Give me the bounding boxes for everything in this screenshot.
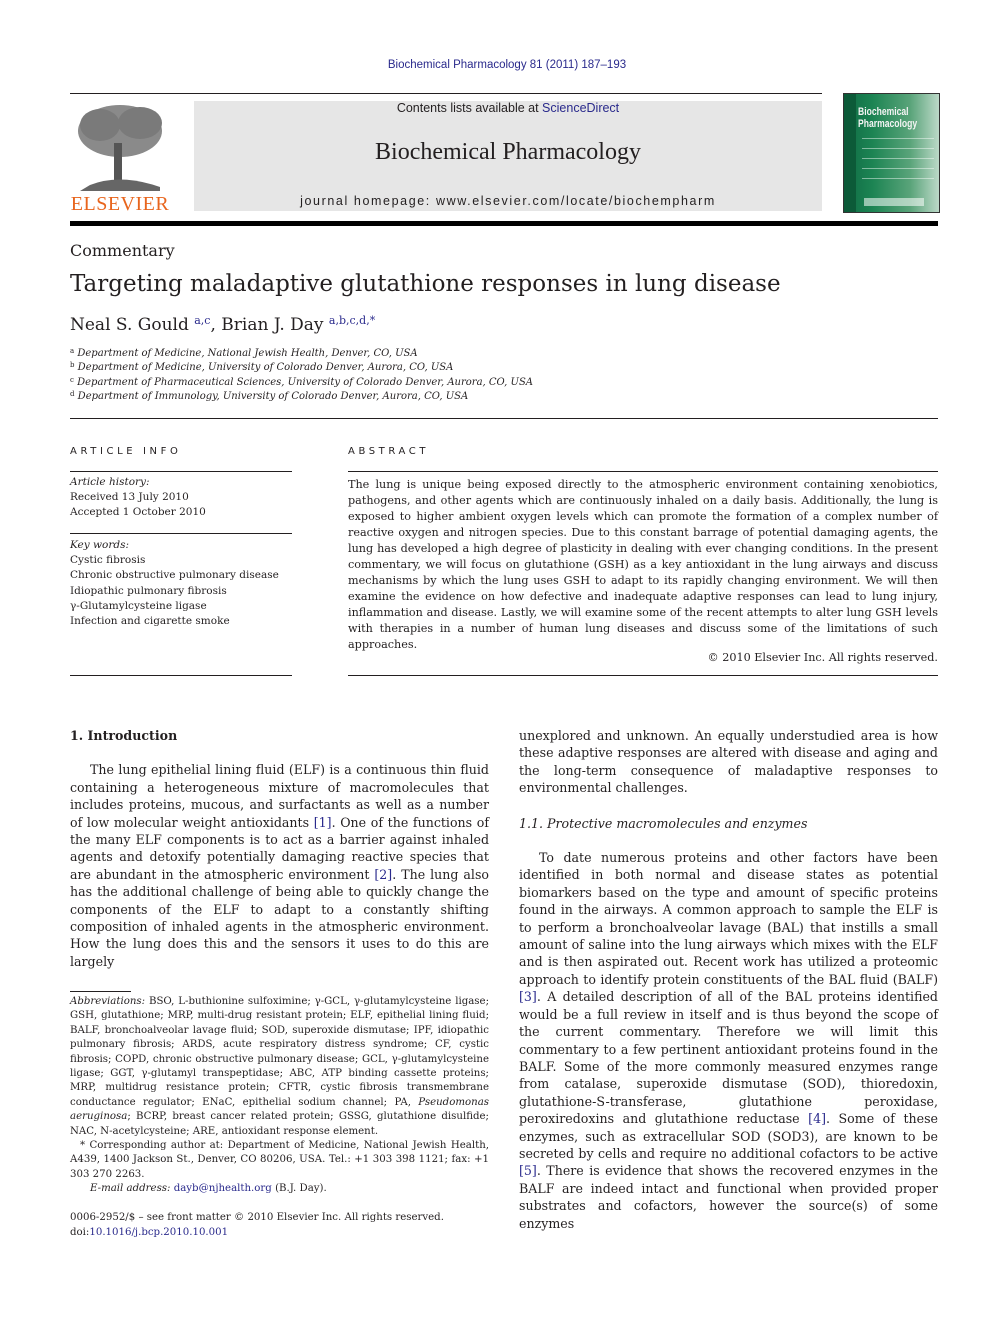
paragraph-text: . A detailed description of all of the B…	[519, 989, 938, 1127]
article-type: Commentary	[70, 241, 175, 260]
intro-paragraph: The lung epithelial lining fluid (ELF) i…	[70, 761, 489, 970]
abstract-text: The lung is unique being exposed directl…	[348, 478, 938, 651]
doi-link[interactable]: 10.1016/j.bcp.2010.10.001	[89, 1227, 228, 1238]
doi-prefix: doi:	[70, 1226, 90, 1238]
affiliation: d Department of Immunology, University o…	[70, 390, 468, 402]
cover-line	[862, 178, 934, 179]
article-info-rule	[70, 471, 292, 472]
article-history: Article history: Received 13 July 2010 A…	[70, 475, 206, 521]
abstract-rule	[348, 471, 938, 472]
abbreviations-label: Abbreviations:	[70, 996, 146, 1007]
contents-prefix: Contents lists available at	[396, 101, 543, 115]
footnote-text: ; BCRP, breast cancer related protein; G…	[70, 1111, 489, 1137]
citation-link[interactable]: [2]	[374, 867, 392, 882]
article-info-heading: ARTICLE INFO	[70, 446, 182, 457]
cover-line	[862, 148, 934, 149]
footnotes: Abbreviations: BSO, L-buthionine sulfoxi…	[70, 995, 489, 1197]
history-label: Article history:	[70, 476, 150, 488]
affiliation-text: Department of Immunology, University of …	[77, 391, 469, 402]
affiliation-text: Department of Medicine, National Jewish …	[77, 348, 418, 359]
email-link[interactable]: dayb@njhealth.org	[174, 1183, 272, 1194]
journal-banner: Contents lists available at ScienceDirec…	[194, 101, 822, 211]
intro-paragraph-continued: unexplored and unknown. An equally under…	[519, 728, 938, 796]
journal-homepage[interactable]: journal homepage: www.elsevier.com/locat…	[194, 194, 822, 208]
subsection-heading: 1.1. Protective macromolecules and enzym…	[519, 815, 808, 831]
affiliation: c Department of Pharmaceutical Sciences,…	[70, 376, 533, 388]
affiliation-mark: b	[70, 361, 75, 369]
footnote-rule	[70, 991, 131, 992]
citation-link[interactable]: [1]	[314, 815, 332, 830]
article-info-rule	[70, 675, 292, 676]
citation-link[interactable]: [4]	[808, 1111, 826, 1126]
journal-cover-thumbnail[interactable]: Biochemical Pharmacology	[843, 93, 940, 213]
affiliation-mark: d	[70, 390, 75, 398]
accepted-date: Accepted 1 October 2010	[70, 506, 206, 519]
affiliation-text: Department of Medicine, University of Co…	[77, 362, 454, 373]
running-head[interactable]: Biochemical Pharmacology 81 (2011) 187–1…	[0, 59, 992, 71]
keywords: Key words: Cystic fibrosis Chronic obstr…	[70, 538, 279, 629]
left-column: 1. Introduction The lung epithelial lini…	[70, 727, 489, 970]
affiliation-text: Department of Pharmaceutical Sciences, U…	[77, 377, 534, 388]
affiliation: b Department of Medicine, University of …	[70, 361, 453, 373]
cover-title: Biochemical Pharmacology	[858, 106, 917, 130]
corresponding-author-footnote: * Corresponding author at: Department of…	[70, 1140, 489, 1180]
sciencedirect-link[interactable]: ScienceDirect	[542, 101, 619, 115]
right-column: unexplored and unknown. An equally under…	[519, 727, 938, 1232]
paragraph-text: To date numerous proteins and other fact…	[519, 850, 938, 987]
header-rule	[70, 93, 822, 94]
cover-title-line2: Pharmacology	[858, 118, 918, 130]
citation-link[interactable]: [3]	[519, 989, 537, 1004]
keyword: Chronic obstructive pulmonary disease	[70, 569, 279, 582]
keyword: Idiopathic pulmonary fibrosis	[70, 584, 227, 597]
elsevier-logo[interactable]: ELSEVIER	[70, 103, 170, 215]
paragraph-text: . The lung also has the additional chall…	[70, 866, 489, 969]
paragraph-text: . There is evidence that shows the recov…	[519, 1163, 938, 1231]
contents-line: Contents lists available at ScienceDirec…	[194, 101, 822, 115]
author-name: Brian J. Day	[221, 315, 324, 335]
journal-name: Biochemical Pharmacology	[375, 139, 641, 165]
section-heading: 1. Introduction	[70, 728, 178, 743]
cover-strip	[844, 94, 856, 212]
keyword: γ-Glutamylcysteine ligase	[70, 599, 207, 612]
article-title: Targeting maladaptive glutathione respon…	[70, 271, 781, 297]
cover-footer	[864, 198, 924, 206]
author-affil-marks[interactable]: a,b,c,d,*	[329, 314, 375, 327]
affiliation-mark: c	[70, 376, 74, 384]
abstract-copyright: © 2010 Elsevier Inc. All rights reserved…	[707, 651, 938, 664]
front-matter-info: 0006-2952/$ – see front matter © 2010 El…	[70, 1211, 444, 1240]
keyword: Infection and cigarette smoke	[70, 615, 230, 628]
citation-link[interactable]: [5]	[519, 1163, 537, 1178]
author-list: Neal S. Gould a,c, Brian J. Day a,b,c,d,…	[70, 314, 375, 335]
affiliation: a Department of Medicine, National Jewis…	[70, 347, 418, 359]
email-footnote: E-mail address: dayb@njhealth.org (B.J. …	[70, 1182, 489, 1196]
email-suffix: (B.J. Day).	[271, 1183, 327, 1195]
affiliation-mark: a	[70, 347, 75, 355]
keywords-label: Key words:	[70, 539, 130, 551]
title-block-rule	[70, 418, 938, 419]
email-label: E-mail address:	[90, 1183, 174, 1195]
body-paragraph: To date numerous proteins and other fact…	[519, 849, 938, 1232]
issn-line: 0006-2952/$ – see front matter © 2010 El…	[70, 1212, 444, 1223]
article-info-rule	[70, 533, 292, 534]
abstract-heading: ABSTRACT	[348, 446, 430, 457]
cover-line	[862, 158, 934, 159]
author-affil-marks[interactable]: a,c	[194, 314, 210, 327]
tree-logo-icon	[70, 103, 170, 193]
cover-title-line1: Biochemical	[858, 106, 909, 118]
doi-line: doi:10.1016/j.bcp.2010.10.001	[70, 1226, 444, 1241]
footnote-text: BSO, L-buthionine sulfoximine; γ-GCL, γ-…	[70, 996, 489, 1108]
abbreviations-footnote: Abbreviations: BSO, L-buthionine sulfoxi…	[70, 995, 489, 1139]
masthead-thick-rule	[70, 221, 938, 226]
abstract-rule	[348, 675, 938, 676]
received-date: Received 13 July 2010	[70, 491, 189, 504]
cover-line	[862, 138, 934, 139]
keyword: Cystic fibrosis	[70, 554, 146, 567]
author-separator: ,	[210, 315, 222, 335]
cover-line	[862, 168, 934, 169]
elsevier-wordmark: ELSEVIER	[70, 193, 170, 215]
author-name: Neal S. Gould	[70, 315, 189, 335]
